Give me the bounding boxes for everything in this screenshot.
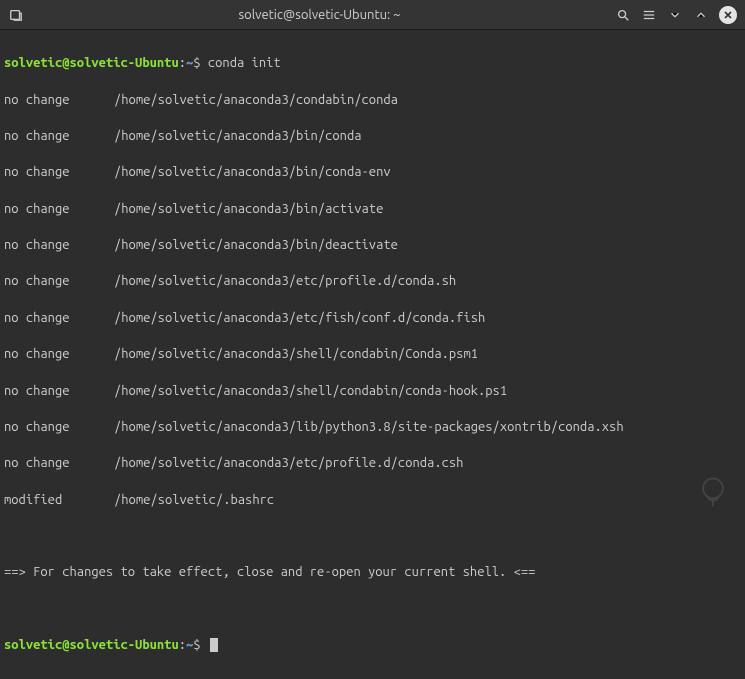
output-line: no change/home/solvetic/anaconda3/bin/co… <box>4 127 741 145</box>
output-line: no change/home/solvetic/anaconda3/condab… <box>4 91 741 109</box>
cursor <box>210 638 218 652</box>
command-text: conda init <box>208 56 281 70</box>
search-icon[interactable] <box>615 7 631 23</box>
blank-line <box>4 600 741 618</box>
menu-icon[interactable] <box>641 7 657 23</box>
maximize-icon[interactable] <box>693 7 709 23</box>
output-line: no change/home/solvetic/anaconda3/shell/… <box>4 345 741 363</box>
window-title: solvetic@solvetic-Ubuntu: ~ <box>24 8 615 22</box>
output-line: no change/home/solvetic/anaconda3/bin/co… <box>4 163 741 181</box>
prompt-line: solvetic@solvetic-Ubuntu:~$ conda init <box>4 54 741 72</box>
new-tab-icon[interactable] <box>8 7 24 23</box>
output-line: no change/home/solvetic/anaconda3/etc/pr… <box>4 454 741 472</box>
output-line: modified/home/solvetic/.bashrc <box>4 491 741 509</box>
close-icon[interactable] <box>719 6 737 24</box>
output-line: no change/home/solvetic/anaconda3/etc/pr… <box>4 272 741 290</box>
prompt-user-host: solvetic@solvetic-Ubuntu <box>4 56 179 70</box>
terminal-output[interactable]: solvetic@solvetic-Ubuntu:~$ conda init n… <box>0 30 745 679</box>
output-line: no change/home/solvetic/anaconda3/bin/ac… <box>4 200 741 218</box>
output-line: no change/home/solvetic/anaconda3/lib/py… <box>4 418 741 436</box>
minimize-icon[interactable] <box>667 7 683 23</box>
titlebar: solvetic@solvetic-Ubuntu: ~ <box>0 0 745 30</box>
output-line: no change/home/solvetic/anaconda3/etc/fi… <box>4 309 741 327</box>
message-line: ==> For changes to take effect, close an… <box>4 563 741 581</box>
watermark-logo <box>695 474 731 510</box>
output-line: no change/home/solvetic/anaconda3/bin/de… <box>4 236 741 254</box>
output-line: no change/home/solvetic/anaconda3/shell/… <box>4 382 741 400</box>
prompt-line: solvetic@solvetic-Ubuntu:~$ <box>4 636 741 654</box>
blank-line <box>4 527 741 545</box>
